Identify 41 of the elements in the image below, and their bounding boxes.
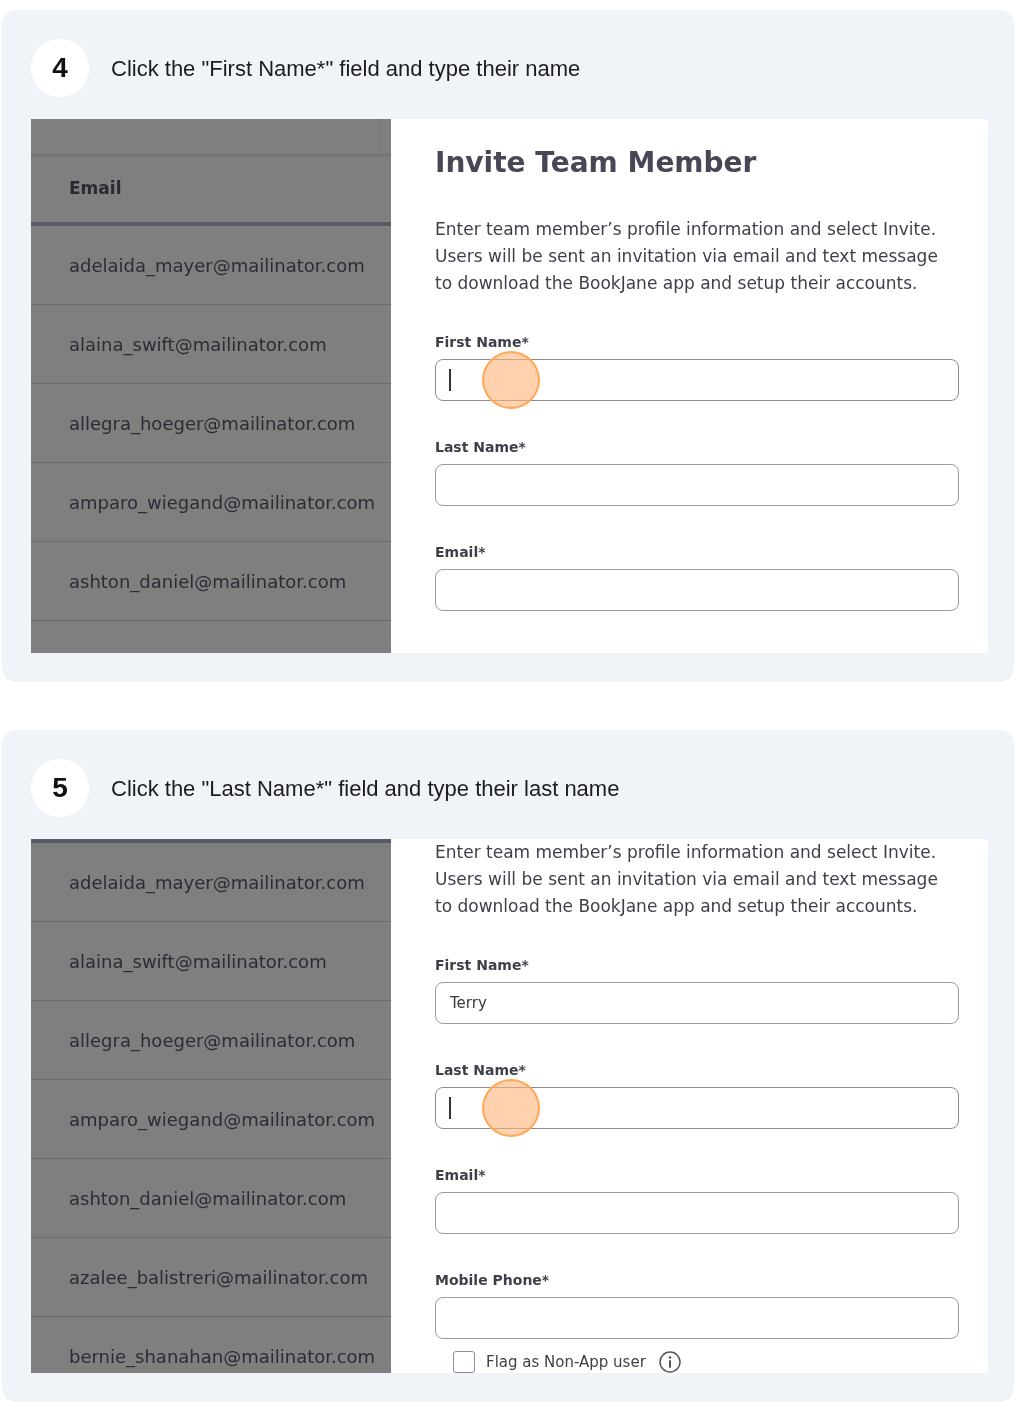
text-input[interactable] <box>435 464 959 506</box>
text-cursor-icon <box>449 369 451 391</box>
email-cell-text: allegra_hoeger@mailinator.com <box>69 411 356 437</box>
field-label: Last Name* <box>435 1061 527 1079</box>
email-cell-text: adelaida_mayer@mailinator.com <box>69 253 365 279</box>
text-input[interactable] <box>435 569 959 611</box>
step-instruction: Click the "Last Name*" field and type their last name <box>111 774 620 803</box>
field-label: Mobile Phone* <box>435 1271 551 1289</box>
click-marker-icon <box>482 351 540 409</box>
email-cell-text: amparo_wiegand@mailinator.com <box>69 490 376 516</box>
text-input[interactable] <box>435 359 959 401</box>
field-label: Email* <box>435 543 487 561</box>
email-cell-text: ashton_daniel@mailinator.com <box>69 1186 347 1212</box>
step-instruction: Click the "First Name*" field and type their name <box>111 54 581 83</box>
text-input[interactable] <box>435 1297 959 1339</box>
email-cell-text: ashton_daniel@mailinator.com <box>69 569 347 595</box>
modal-description: Enter team member’s profile information and select Invite. Users will be sent an invitation via email and text message to download the BookJane app and setup their accounts. <box>435 218 939 295</box>
field-label: Email* <box>435 1166 487 1184</box>
email-cell-text: alaina_swift@mailinator.com <box>69 332 327 358</box>
email-cell-text: bernie_shanahan@mailinator.com <box>69 1344 376 1370</box>
checkbox-label: Flag as Non-App user <box>486 1352 646 1373</box>
checkbox[interactable] <box>453 1351 475 1373</box>
text-input[interactable]: Terry <box>435 982 959 1024</box>
column-header: Email <box>69 176 122 200</box>
email-cell-text: adelaida_mayer@mailinator.com <box>69 870 365 896</box>
text-input[interactable] <box>435 1192 959 1234</box>
field-label: First Name* <box>435 956 530 974</box>
email-cell-text: azalee_balistreri@mailinator.com <box>69 1265 369 1291</box>
modal-description: Enter team member’s profile information and select Invite. Users will be sent an invitation via email and text message to download the BookJane app and setup their accounts. <box>435 841 939 918</box>
email-cell-text: allegra_hoeger@mailinator.com <box>69 1028 356 1054</box>
email-cell-text: amparo_wiegand@mailinator.com <box>69 1107 376 1133</box>
click-marker-icon <box>482 1079 540 1137</box>
text-input[interactable] <box>435 1087 959 1129</box>
email-cell-text: alaina_swift@mailinator.com <box>69 949 327 975</box>
modal-title: Invite Team Member <box>435 145 758 181</box>
field-label: Last Name* <box>435 438 527 456</box>
info-icon[interactable] <box>658 1351 681 1373</box>
field-label: First Name* <box>435 333 530 351</box>
step-number: 5 <box>31 759 89 817</box>
step-number: 4 <box>31 39 89 97</box>
text-cursor-icon <box>449 1097 451 1119</box>
